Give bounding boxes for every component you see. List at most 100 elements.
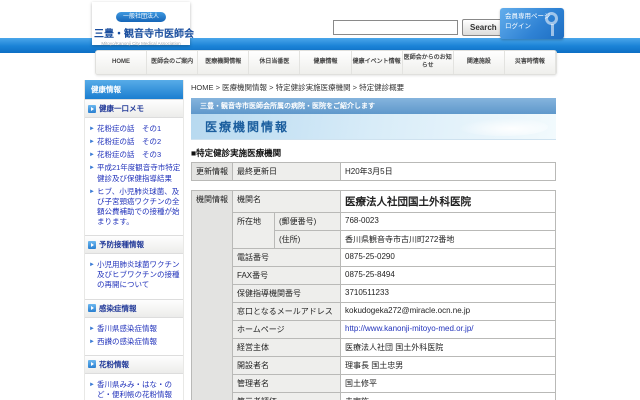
key-icon [545, 12, 558, 25]
nav-item[interactable]: 医師会のご案内 [147, 51, 198, 74]
field-value: 国土修平 [341, 375, 556, 393]
sidebar-group: 予防接種情報 ►小児用肺炎球菌ワクチン及びヒブワクチンの接種の再開について [85, 235, 183, 298]
field-value: 未実施 [341, 393, 556, 400]
bullet-icon: ► [89, 325, 95, 334]
table-row: 機関情報 機関名 医療法人社団国土外科医院 [192, 191, 556, 213]
table-row: 第三者評価未実施 [192, 393, 556, 400]
table-row: 電話番号0875-25-0290 [192, 249, 556, 267]
field-label: ホームページ [233, 321, 341, 339]
sidebar-link[interactable]: ►小児用肺炎球菌ワクチン及びヒブワクチンの接種の再開について [89, 260, 181, 290]
sidebar-link[interactable]: ►西讃の感染症情報 [89, 337, 181, 347]
table-row: 経営主体医療法人社団 国土外科医院 [192, 339, 556, 357]
table-row: 開設者名理事長 国土忠男 [192, 357, 556, 375]
sidebar-link-label: 香川県感染症情報 [97, 324, 157, 334]
bullet-icon: ► [89, 138, 95, 147]
main-panel: HOME > 医療機関情報 > 特定健診実施医療機関 > 特定健診概要 三豊・観… [191, 80, 556, 400]
field-value: 理事長 国土忠男 [341, 357, 556, 375]
update-label-cell: 最終更新日 [233, 163, 341, 181]
field-label: 保健指導機関番号 [233, 285, 341, 303]
field-label: 開設者名 [233, 357, 341, 375]
field-value: 0875-25-0290 [341, 249, 556, 267]
sidebar-link[interactable]: ►平成21年度観音寺市特定健診及び保健指導結果 [89, 163, 181, 183]
sidebar-group-title[interactable]: 予防接種情報 [85, 235, 183, 254]
bullet-icon: ► [89, 151, 95, 160]
sidebar-group-title[interactable]: 健康一口メモ [85, 99, 183, 118]
content-area: 健康情報 健康一口メモ ►花粉症の話 その1►花粉症の話 その2►花粉症の話 そ… [84, 80, 556, 400]
field-value: 医療法人社団 国土外科医院 [341, 339, 556, 357]
sidebar-link[interactable]: ►ヒブ、小児肺炎球菌、及び子宮頸癌ワクチンの全額公費補助での接種が始まります。 [89, 187, 181, 228]
bullet-icon: ► [89, 188, 95, 228]
field-label: 窓口となるメールアドレス [233, 303, 341, 321]
sidebar-group: 花粉情報 ►香川県みみ・はな・のど・便利帳の花粉情報 [85, 355, 183, 400]
page-banner: 三豊・観音寺市医師会所属の病院・医院をご紹介します 医療機関情報 [191, 98, 556, 140]
breadcrumb[interactable]: HOME > 医療機関情報 > 特定健診実施医療機関 > 特定健診概要 [191, 82, 556, 93]
sidebar-group: 健康一口メモ ►花粉症の話 その1►花粉症の話 その2►花粉症の話 その3►平成… [85, 99, 183, 235]
nav-item[interactable]: 医療機関情報 [198, 51, 249, 74]
page-title: 医療機関情報 [205, 118, 289, 135]
update-group-cell: 更新情報 [192, 163, 233, 181]
field-label: FAX番号 [233, 267, 341, 285]
search-button[interactable]: Search [462, 19, 505, 36]
bullet-icon: ► [89, 125, 95, 134]
field-label: 経営主体 [233, 339, 341, 357]
nav-item[interactable]: 休日当番医 [249, 51, 300, 74]
page: 一般社団法人 三豊・観音寺市医師会 Mitoyo/Kanonji City Me… [0, 0, 640, 400]
sidebar-header: 健康情報 [85, 80, 183, 99]
sidebar-group-title[interactable]: 感染症情報 [85, 299, 183, 318]
sidebar-link-label: ヒブ、小児肺炎球菌、及び子宮頸癌ワクチンの全額公費補助での接種が始まります。 [97, 187, 181, 228]
arrow-square-icon [88, 304, 96, 312]
arrow-square-icon [88, 360, 96, 368]
section-title: ■特定健診実施医療機関 [191, 147, 556, 159]
nav-item[interactable]: 関連施設 [454, 51, 505, 74]
street-value: 香川県観音寺市古川町272番地 [341, 231, 556, 249]
sidebar-link[interactable]: ►香川県みみ・はな・のど・便利帳の花粉情報 [89, 380, 181, 400]
bullet-icon: ► [89, 381, 95, 400]
update-info-table: 更新情報 最終更新日 H20年3月5日 [191, 162, 556, 181]
field-value: 3710511233 [341, 285, 556, 303]
sidebar-link[interactable]: ►香川県感染症情報 [89, 324, 181, 334]
table-row: FAX番号0875-25-8494 [192, 267, 556, 285]
postal-label: (郵便番号) [275, 213, 341, 231]
table-row: ホームページhttp://www.kanonji-mitoyo-med.or.j… [192, 321, 556, 339]
sidebar-link-label: 西讃の感染症情報 [97, 337, 157, 347]
corporation-type-badge: 一般社団法人 [116, 12, 166, 22]
table-row: 保健指導機関番号3710511233 [192, 285, 556, 303]
banner-tagline: 三豊・観音寺市医師会所属の病院・医院をご紹介します [191, 98, 556, 114]
sidebar-link-label: 香川県みみ・はな・のど・便利帳の花粉情報 [97, 380, 181, 400]
org-name-value: 医療法人社団国土外科医院 [341, 191, 556, 213]
bullet-icon: ► [89, 164, 95, 183]
member-login-button[interactable]: 会員専用ページ ログイン [500, 8, 564, 39]
nav-item[interactable]: 災害時情報 [505, 51, 556, 74]
sidebar-link[interactable]: ►花粉症の話 その2 [89, 137, 181, 147]
arrow-square-icon [88, 105, 96, 113]
site-title: 三豊・観音寺市医師会 [94, 25, 188, 40]
site-subtitle: Mitoyo/Kanonji City Medical Association [94, 41, 188, 46]
nav-item[interactable]: 健康情報 [300, 51, 351, 74]
nav-item[interactable]: HOME [96, 51, 147, 74]
table-row: 所在地 (郵便番号) 768-0023 [192, 213, 556, 231]
banner-title-area: 医療機関情報 [191, 114, 556, 140]
cloud-decoration [458, 118, 548, 136]
address-label: 所在地 [233, 213, 275, 249]
site-logo[interactable]: 一般社団法人 三豊・観音寺市医師会 Mitoyo/Kanonji City Me… [92, 2, 190, 45]
org-group-cell: 機関情報 [192, 191, 233, 400]
sidebar-group-title[interactable]: 花粉情報 [85, 355, 183, 374]
bullet-icon: ► [89, 338, 95, 347]
field-label: 第三者評価 [233, 393, 341, 400]
sidebar-link[interactable]: ►花粉症の話 その3 [89, 150, 181, 160]
field-label: 管理者名 [233, 375, 341, 393]
field-value: 0875-25-8494 [341, 267, 556, 285]
arrow-square-icon [88, 241, 96, 249]
organization-table: 機関情報 機関名 医療法人社団国土外科医院 所在地 (郵便番号) 768-002… [191, 190, 556, 400]
update-value-cell: H20年3月5日 [341, 163, 556, 181]
sidebar-link-label: 花粉症の話 その2 [97, 137, 161, 147]
table-row: 窓口となるメールアドレスkokudogeka272@miracle.ocn.ne… [192, 303, 556, 321]
nav-item[interactable]: 健康イベント情報 [352, 51, 403, 74]
table-row: 更新情報 最終更新日 H20年3月5日 [192, 163, 556, 181]
nav-item[interactable]: 医師会からのお知らせ [403, 51, 454, 74]
sidebar-link[interactable]: ►花粉症の話 その1 [89, 124, 181, 134]
homepage-link[interactable]: http://www.kanonji-mitoyo-med.or.jp/ [341, 321, 556, 339]
search-input[interactable] [333, 20, 458, 35]
table-row: 管理者名国土修平 [192, 375, 556, 393]
sidebar-group: 感染症情報 ►香川県感染症情報►西讃の感染症情報 [85, 299, 183, 355]
